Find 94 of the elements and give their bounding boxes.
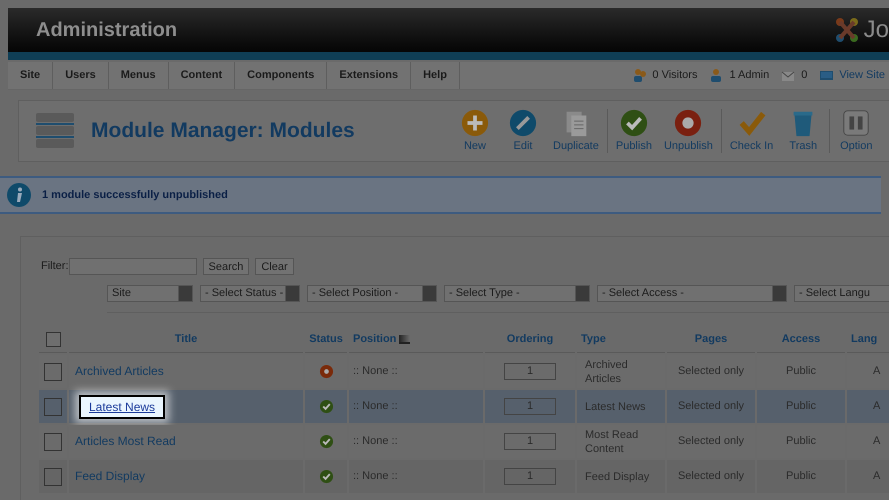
table-cell: Latest News — [585, 400, 646, 414]
menu-item[interactable]: Users — [53, 62, 109, 89]
table-cell: A — [873, 470, 880, 482]
caret-icon — [575, 286, 589, 301]
caret-icon — [178, 286, 192, 301]
published-icon[interactable] — [318, 398, 334, 414]
table-cell: A — [873, 435, 880, 448]
column-header[interactable]: Position — [353, 333, 396, 346]
row-checkbox[interactable] — [44, 432, 62, 450]
logo-icon — [834, 16, 860, 44]
caret-icon — [772, 286, 786, 301]
status-link[interactable]: View Site — [839, 67, 885, 84]
module-title-link[interactable]: Latest News — [79, 394, 166, 418]
table-cell: A — [873, 365, 880, 378]
table-cell-text: Most Read Content — [585, 428, 640, 456]
status-link[interactable]: 0 Visitors — [652, 67, 698, 84]
table-cell: Selected only — [678, 365, 744, 378]
module-title-link[interactable]: Articles Most Read — [75, 434, 176, 448]
published-icon[interactable] — [318, 434, 334, 449]
modules-icon — [35, 111, 75, 151]
toolbar-button[interactable]: Unpublish — [658, 101, 719, 161]
menu-item[interactable]: Content — [168, 62, 236, 89]
table-cell: Feed Display — [585, 470, 650, 484]
menu-item[interactable]: Help — [411, 62, 460, 89]
table-cell: :: None :: — [353, 365, 398, 378]
row-checkbox[interactable] — [44, 362, 62, 380]
caret-icon — [422, 286, 436, 301]
status-link[interactable]: 1 Admin — [729, 67, 770, 84]
module-title-link[interactable]: Feed Display — [75, 469, 146, 484]
table-cell: A — [873, 400, 880, 412]
toolbar-button[interactable]: Option — [832, 101, 880, 161]
admin-title: Administration — [36, 18, 178, 43]
filter-label: Filter: — [41, 258, 68, 274]
select-dropdown[interactable]: - Select Status - — [200, 285, 300, 302]
page-title: Module Manager: Modules — [91, 118, 356, 144]
toolbar-button[interactable]: Edit — [499, 101, 547, 161]
unpublished-icon[interactable] — [318, 364, 334, 379]
column-header[interactable]: Access — [782, 333, 820, 346]
check-icon — [618, 108, 649, 138]
column-header[interactable]: Ordering — [506, 333, 554, 346]
plus-icon — [460, 108, 490, 138]
select-all-checkbox[interactable] — [46, 332, 60, 347]
column-header[interactable]: Lang — [851, 333, 878, 346]
table-cell: Selected only — [678, 400, 744, 412]
toolbar-button[interactable]: Trash — [779, 101, 828, 161]
options-icon — [841, 108, 872, 138]
stop-icon — [673, 108, 704, 138]
module-title-link[interactable]: Archived Articles — [75, 364, 164, 378]
toolbar-button[interactable]: Publish — [610, 101, 658, 161]
sort-icon — [399, 334, 410, 344]
column-header[interactable]: Type — [581, 333, 606, 346]
select-dropdown[interactable]: - Select Type - — [444, 285, 590, 302]
filter-button[interactable]: Search — [202, 258, 250, 274]
toolbar-button[interactable]: Check In — [724, 101, 780, 161]
ordering-field[interactable]: 1 — [504, 398, 556, 415]
toolbar-button[interactable]: Duplicate — [547, 101, 605, 161]
menu-item[interactable]: Components — [235, 62, 328, 89]
ordering-field[interactable]: 1 — [504, 433, 556, 450]
logo-text: Jo — [864, 15, 889, 45]
menu-item[interactable]: Menus — [108, 62, 169, 89]
filter-field[interactable] — [68, 258, 196, 274]
column-header[interactable]: Status — [309, 333, 343, 346]
row-checkbox[interactable] — [44, 468, 62, 486]
pencil-icon — [508, 108, 538, 138]
select-dropdown[interactable]: Site — [107, 285, 193, 302]
ordering-field[interactable]: 1 — [504, 363, 556, 380]
select-dropdown[interactable]: - Select Langu — [794, 285, 889, 302]
monitor-icon — [819, 68, 834, 83]
message-text: 1 module successfully unpublished — [42, 188, 228, 203]
column-header[interactable]: Pages — [694, 333, 728, 346]
select-dropdown[interactable]: - Select Position - — [307, 285, 437, 302]
published-icon[interactable] — [318, 468, 334, 484]
toolbar-button[interactable]: New — [451, 101, 499, 161]
info-icon — [6, 182, 32, 208]
ordering-field[interactable]: 1 — [504, 468, 556, 485]
table-cell: Selected only — [678, 470, 744, 482]
table-cell: Public — [786, 365, 816, 378]
menu-item[interactable]: Site — [8, 62, 54, 89]
menu-item[interactable]: Extensions — [327, 62, 412, 89]
table-cell: Public — [786, 470, 816, 482]
filter-button[interactable]: Clear — [255, 258, 294, 274]
table-cell: Public — [786, 435, 816, 448]
people-icon — [632, 68, 648, 83]
status-link[interactable]: 0 — [801, 67, 808, 84]
table-cell: :: None :: — [353, 400, 398, 412]
table-cell-text: Archived Articles — [585, 358, 629, 386]
table-cell: Selected only — [678, 435, 744, 448]
select-dropdown[interactable]: - Select Access - — [597, 285, 787, 302]
table-cell: Public — [786, 400, 816, 412]
table-cell: :: None :: — [353, 435, 398, 448]
row-checkbox[interactable] — [44, 398, 62, 416]
column-header[interactable]: Title — [174, 333, 198, 346]
table-cell: :: None :: — [353, 470, 398, 482]
caret-icon — [285, 286, 299, 301]
